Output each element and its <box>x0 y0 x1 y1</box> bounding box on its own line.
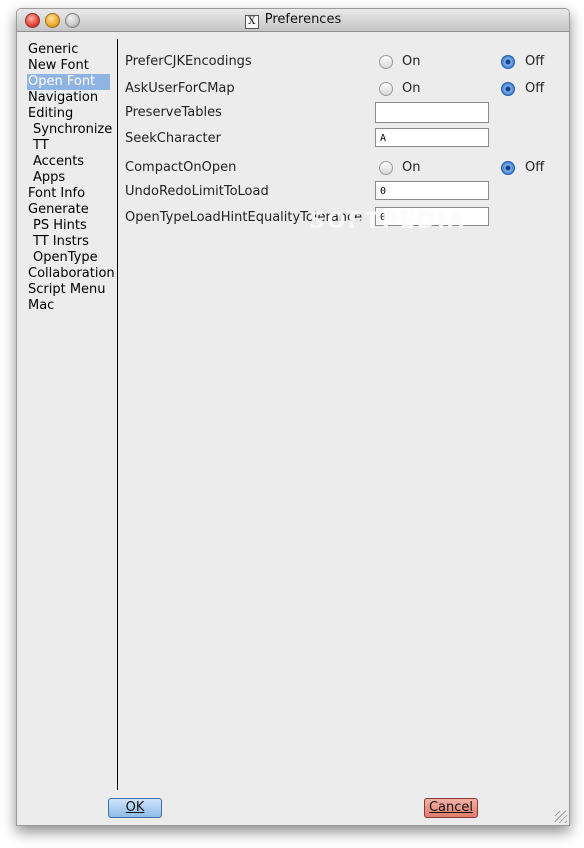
prefer-cjk-on-label[interactable]: On <box>402 54 420 69</box>
compact-on-open-on-label[interactable]: On <box>402 160 420 175</box>
preserve-tables-input[interactable] <box>375 102 489 123</box>
resize-grip-icon[interactable] <box>555 811 567 823</box>
compact-on-open-on-radio[interactable] <box>379 161 393 175</box>
ok-button[interactable]: OK <box>108 798 162 818</box>
sidebar-item-mac[interactable]: Mac <box>27 298 115 314</box>
prefer-cjk-off-radio[interactable] <box>501 55 515 69</box>
sidebar-item-editing[interactable]: Editing <box>27 106 115 122</box>
seek-character-label: SeekCharacter <box>125 131 221 146</box>
cancel-button[interactable]: Cancel <box>424 798 478 818</box>
row-ask-user-for-cmap: AskUserForCMap On Off <box>125 78 565 100</box>
ask-cmap-off-label[interactable]: Off <box>525 81 544 96</box>
row-undo-redo-limit: UndoRedoLimitToLoad 0 <box>125 181 565 203</box>
softpedia-watermark: SOFTPEDIA <box>309 209 467 234</box>
window-title: Preferences <box>264 12 342 27</box>
sidebar-item-new-font[interactable]: New Font <box>27 58 115 74</box>
x11-icon: X <box>244 15 259 29</box>
sidebar-item-tt[interactable]: TT <box>27 138 115 154</box>
category-list: Generic New Font Open Font Navigation Editin… <box>27 42 115 314</box>
sidebar-item-tt-instrs[interactable]: TT Instrs <box>27 234 115 250</box>
prefer-cjk-on-radio[interactable] <box>379 55 393 69</box>
ask-cmap-on-radio[interactable] <box>379 82 393 96</box>
cancel-button-label: Cancel <box>428 800 474 815</box>
sidebar-item-generate[interactable]: Generate <box>27 202 115 218</box>
compact-on-open-label: CompactOnOpen <box>125 160 237 175</box>
sidebar-item-apps[interactable]: Apps <box>27 170 115 186</box>
sidebar-item-open-font[interactable]: Open Font <box>27 74 110 90</box>
sidebar-item-synchronize[interactable]: Synchronize <box>27 122 115 138</box>
sidebar-item-collaboration[interactable]: Collaboration <box>27 266 115 282</box>
row-compact-on-open: CompactOnOpen On Off <box>125 157 565 179</box>
compact-on-open-off-radio[interactable] <box>501 161 515 175</box>
title-bar[interactable]: X Preferences <box>17 9 569 32</box>
compact-on-open-off-label[interactable]: Off <box>525 160 544 175</box>
sidebar-item-opentype[interactable]: OpenType <box>27 250 115 266</box>
window-title-wrap: X Preferences <box>17 12 569 29</box>
seek-character-input[interactable]: A <box>375 128 489 147</box>
pane-divider <box>117 39 118 790</box>
row-prefer-cjk-encodings: PreferCJKEncodings On Off <box>125 51 565 73</box>
prefer-cjk-off-label[interactable]: Off <box>525 54 544 69</box>
ask-cmap-on-label[interactable]: On <box>402 81 420 96</box>
ask-cmap-label: AskUserForCMap <box>125 81 235 96</box>
sidebar-item-script-menu[interactable]: Script Menu <box>27 282 115 298</box>
preserve-tables-label: PreserveTables <box>125 105 222 120</box>
undo-redo-limit-label: UndoRedoLimitToLoad <box>125 184 269 199</box>
undo-redo-limit-input[interactable]: 0 <box>375 181 489 200</box>
sidebar-item-font-info[interactable]: Font Info <box>27 186 115 202</box>
row-seek-character: SeekCharacter A <box>125 128 565 150</box>
sidebar-item-navigation[interactable]: Navigation <box>27 90 115 106</box>
ask-cmap-off-radio[interactable] <box>501 82 515 96</box>
ok-button-label: OK <box>125 800 145 815</box>
sidebar-item-ps-hints[interactable]: PS Hints <box>27 218 115 234</box>
sidebar-item-accents[interactable]: Accents <box>27 154 115 170</box>
sidebar-item-generic[interactable]: Generic <box>27 42 115 58</box>
prefer-cjk-label: PreferCJKEncodings <box>125 54 252 69</box>
row-preserve-tables: PreserveTables <box>125 102 565 124</box>
preferences-window: X Preferences Generic New Font Open Font Nav… <box>16 8 570 826</box>
